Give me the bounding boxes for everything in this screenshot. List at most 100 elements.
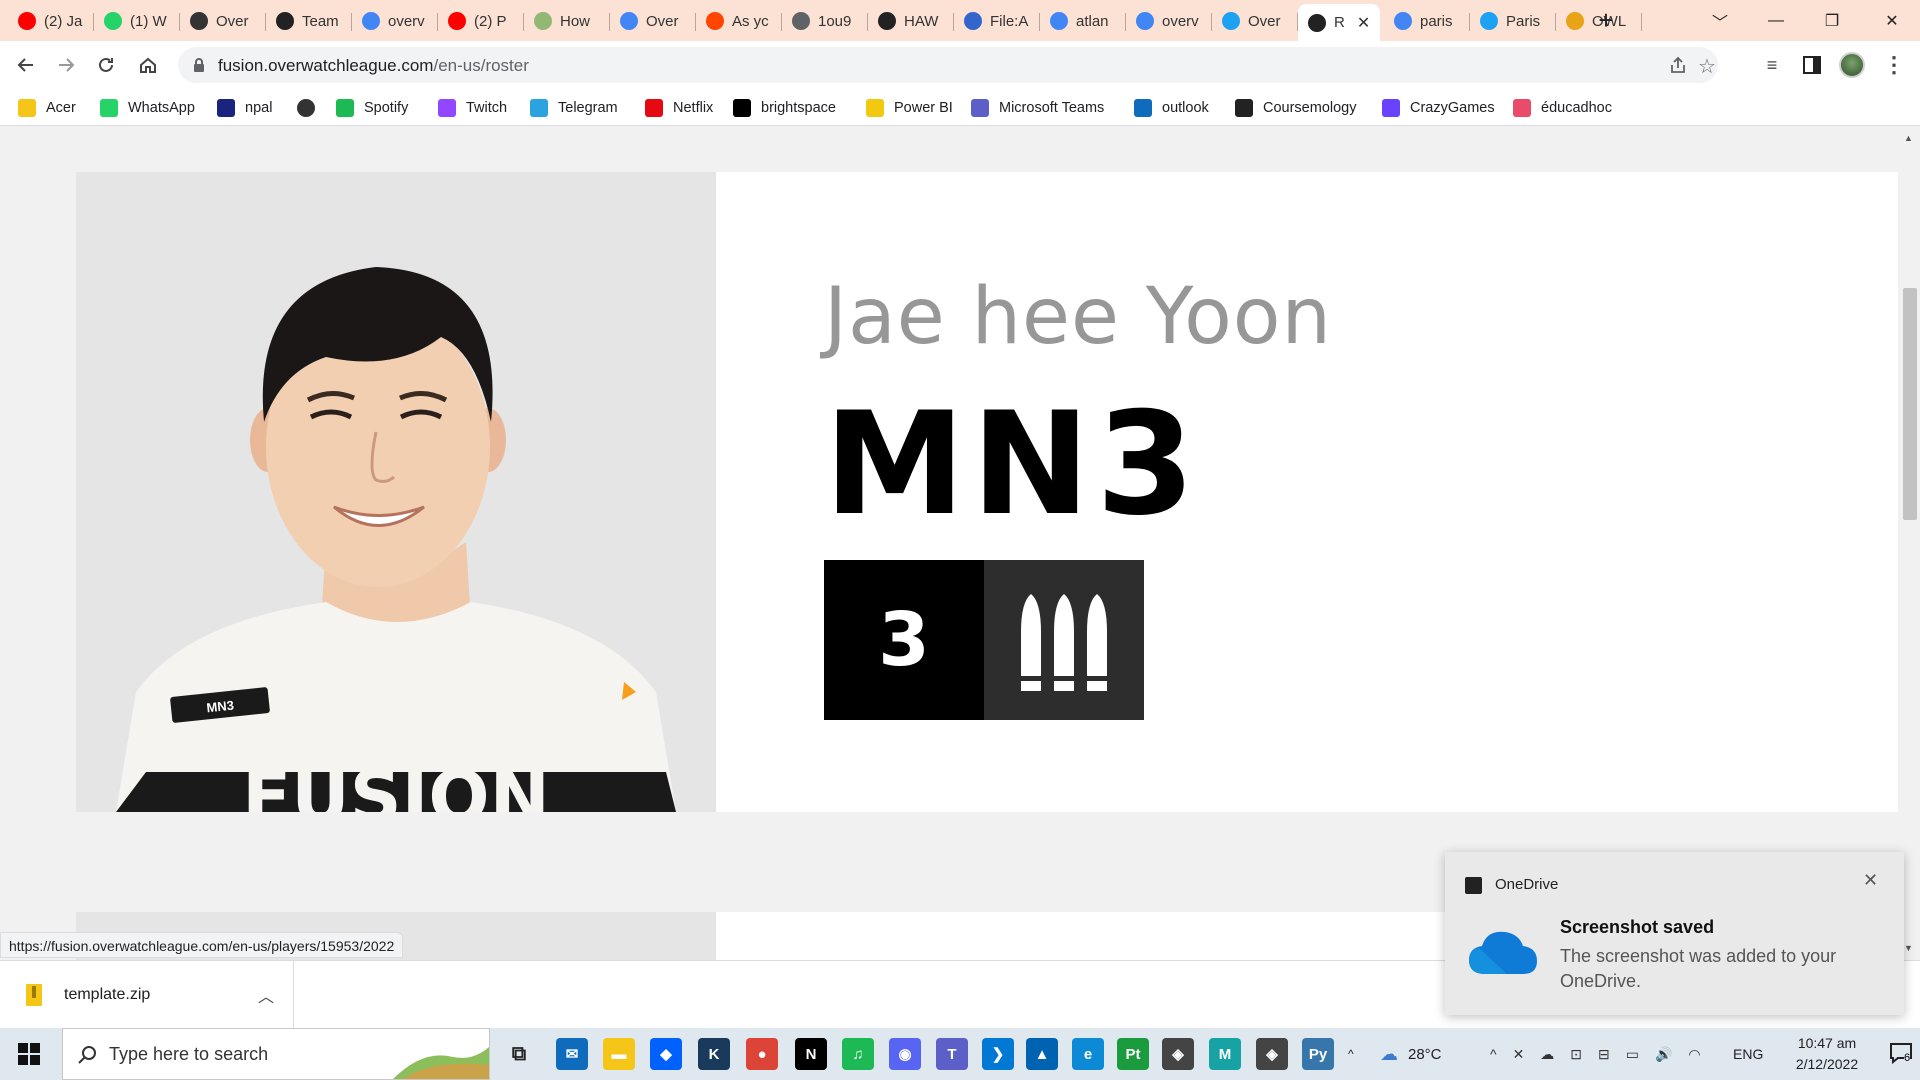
profile-avatar[interactable] [1834, 47, 1870, 83]
taskbar-search-box[interactable]: Type here to search [62, 1028, 490, 1080]
vscode-icon[interactable]: ❯ [982, 1038, 1014, 1070]
menu-kebab-icon[interactable]: ⋮ [1876, 47, 1912, 83]
kindle-icon[interactable]: K [698, 1038, 730, 1070]
bookmark-label: Power BI [894, 100, 953, 116]
back-arrow-icon[interactable] [8, 47, 44, 83]
system-tray-icons[interactable]: ^✕☁⊡⊟▭🔊◠ [1490, 1028, 1717, 1080]
chrome-icon[interactable]: ● [746, 1038, 778, 1070]
bookmark--ducadhoc[interactable]: éducadhoc [1513, 97, 1612, 119]
chevron-up-icon[interactable]: ︿ [258, 983, 274, 1007]
bookmark-label: outlook [1162, 100, 1209, 116]
tab-14[interactable]: overv [1126, 5, 1212, 37]
tab-label: R [1334, 14, 1345, 31]
maya-icon[interactable]: M [1209, 1038, 1241, 1070]
unity-icon[interactable]: ◈ [1162, 1038, 1194, 1070]
bookmark-microsoft-teams[interactable]: Microsoft Teams [971, 97, 1104, 119]
chevron-up-icon[interactable]: ^ [1348, 1028, 1354, 1080]
coursemology-icon [1235, 99, 1253, 117]
share-icon[interactable] [1668, 55, 1688, 80]
tab-label: How [560, 12, 591, 30]
bookmark-netflix[interactable]: Netflix [645, 97, 713, 119]
bookmark-label: Netflix [673, 100, 714, 116]
new-tab-plus-icon[interactable]: + [1586, 0, 1626, 41]
bookmark-power-bi[interactable]: Power BI [866, 97, 953, 119]
bookmark-twitch[interactable]: Twitch [438, 97, 507, 119]
forward-arrow-icon[interactable] [48, 47, 84, 83]
bookmark-coursemology[interactable]: Coursemology [1235, 97, 1357, 119]
close-icon[interactable]: ✕ [1863, 870, 1878, 891]
notification-center-icon[interactable]: 6 [1890, 1042, 1912, 1069]
clock[interactable]: 10:47 am 2/12/2022 [1780, 1033, 1874, 1075]
tab-13[interactable]: atlan [1040, 5, 1126, 37]
scrollbar-thumb[interactable] [1903, 288, 1917, 520]
netflix-icon [645, 99, 663, 117]
home-icon[interactable] [130, 47, 166, 83]
minimize-icon[interactable]: — [1748, 0, 1804, 41]
bookmark-brightspace[interactable]: brightspace [733, 97, 836, 119]
onedrive-notification[interactable]: OneDrive ✕ Screenshot saved The screensh… [1445, 852, 1904, 1015]
google-icon [1394, 12, 1412, 30]
bookmark-globe[interactable] [297, 97, 325, 119]
tab-18[interactable]: Paris [1470, 5, 1556, 37]
tab-5[interactable]: overv [352, 5, 438, 37]
tab-3[interactable]: Over [180, 5, 266, 37]
player-handle[interactable]: MN3 [824, 394, 1201, 536]
bookmark-star-icon[interactable]: ☆ [1698, 54, 1716, 79]
tab-label: Over [216, 12, 249, 30]
tab-8[interactable]: Over [610, 5, 696, 37]
photos-icon[interactable]: ▲ [1026, 1038, 1058, 1070]
bookmark-acer[interactable]: Acer [18, 97, 76, 119]
bookmark-spotify[interactable]: Spotify [336, 97, 408, 119]
cloud-rain-icon: ☁ [1380, 1043, 1398, 1064]
pt-icon[interactable]: Pt [1117, 1038, 1149, 1070]
reading-list-icon[interactable]: ≡ [1754, 47, 1790, 83]
bookmark-outlook[interactable]: outlook [1134, 97, 1209, 119]
tab-12[interactable]: File:A [954, 5, 1040, 37]
netflix-icon[interactable]: N [795, 1038, 827, 1070]
bookmark-telegram[interactable]: Telegram [530, 97, 618, 119]
edge-icon[interactable]: e [1072, 1038, 1104, 1070]
reload-icon[interactable] [88, 47, 124, 83]
bookmark-whatsapp[interactable]: WhatsApp [100, 97, 195, 119]
tab-16[interactable]: R ✕ [1298, 4, 1380, 41]
tab-11[interactable]: HAW [868, 5, 954, 37]
spotify-icon[interactable]: ♫ [842, 1038, 874, 1070]
restore-icon[interactable]: ❐ [1804, 0, 1860, 41]
tab-10[interactable]: 1ou9 [782, 5, 868, 37]
windows-start-icon[interactable] [18, 1043, 40, 1070]
player-photo[interactable]: MN3 FUSION [76, 172, 716, 812]
dropbox-icon[interactable]: ◆ [650, 1038, 682, 1070]
teams-icon[interactable]: T [936, 1038, 968, 1070]
lock-icon[interactable] [192, 57, 206, 78]
tab-17[interactable]: paris [1384, 5, 1470, 37]
page-scrollbar[interactable]: ▲ ▼ [1900, 127, 1920, 960]
download-item[interactable]: template.zip ︿ [0, 961, 294, 1029]
tab-2[interactable]: (1) W [94, 5, 180, 37]
tab-search-chevron-icon[interactable]: ﹀ [1692, 0, 1748, 41]
toast-app-name: OneDrive [1495, 876, 1559, 893]
tab-7[interactable]: How [524, 5, 610, 37]
bookmark-crazygames[interactable]: CrazyGames [1382, 97, 1495, 119]
unity-hub-icon[interactable]: ◈ [1256, 1038, 1288, 1070]
tab-6[interactable]: (2) P [438, 5, 524, 37]
weather-widget[interactable]: ☁ 28°C [1380, 1028, 1442, 1080]
address-bar[interactable]: fusion.overwatchleague.com/en-us/roster … [178, 47, 1718, 83]
close-icon[interactable]: ✕ [1357, 13, 1370, 33]
tab-label: Over [1248, 12, 1281, 30]
tab-strip: (2) Ja (1) W Over Team overv (2) P How Over As y… [0, 0, 1920, 41]
python-icon[interactable]: Py [1302, 1038, 1334, 1070]
file-explorer-icon[interactable]: ▬ [603, 1038, 635, 1070]
window-close-icon[interactable]: ✕ [1864, 0, 1920, 41]
tab-9[interactable]: As yc [696, 5, 782, 37]
tab-4[interactable]: Team [266, 5, 352, 37]
side-panel-icon[interactable] [1794, 47, 1830, 83]
language-indicator[interactable]: ENG [1733, 1028, 1763, 1080]
mail-icon[interactable]: ✉ [556, 1038, 588, 1070]
scroll-down-icon[interactable]: ▼ [1904, 943, 1913, 953]
tab-1[interactable]: (2) Ja [8, 5, 94, 37]
bookmark-npal[interactable]: npal [217, 97, 272, 119]
task-view-icon[interactable]: ⧉ [503, 1038, 535, 1070]
scroll-up-icon[interactable]: ▲ [1904, 133, 1913, 143]
discord-icon[interactable]: ◉ [889, 1038, 921, 1070]
tab-15[interactable]: Over [1212, 5, 1298, 37]
